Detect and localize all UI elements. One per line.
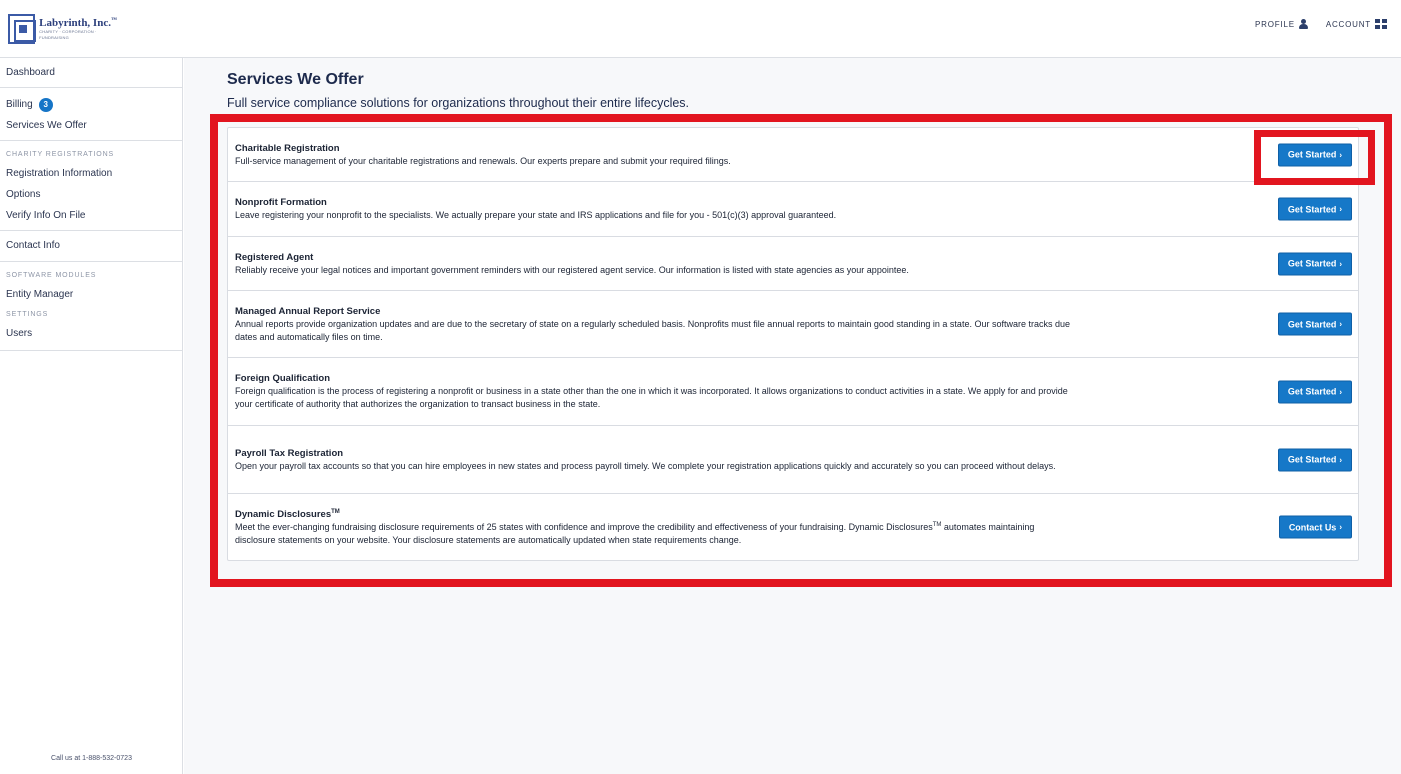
get-started-button-charitable-registration[interactable]: Get Started › [1277,143,1352,166]
contact-us-button-dynamic-disclosures[interactable]: Contact Us › [1278,515,1352,539]
profile-label: PROFILE [1255,19,1295,29]
services-list: Charitable Registration Full-service man… [227,127,1359,561]
app-header: Labyrinth, Inc.™ CHARITY · CORPORATION ·… [0,0,1401,58]
sidebar-item-verify-info[interactable]: Verify Info On File [0,205,182,226]
page-title: Services We Offer [227,71,364,88]
sidebar-item-billing[interactable]: Billing 3 [0,94,182,115]
service-description: Foreign qualification is the process of … [235,386,1068,409]
maze-logo-icon [8,14,37,44]
chevron-right-icon: › [1339,259,1342,268]
sidebar-group-charity: CHARITY REGISTRATIONS Registration Infor… [0,141,182,231]
sidebar-group-main: Dashboard [0,58,182,88]
get-started-button-registered-agent[interactable]: Get Started › [1277,252,1352,275]
person-icon [1298,19,1308,29]
service-title: Dynamic DisclosuresTM [235,508,340,520]
sidebar-item-options[interactable]: Options [0,184,182,205]
service-title: Nonprofit Formation [235,197,327,208]
service-title: Foreign Qualification [235,373,331,384]
service-row-annual-report: Managed Annual Report Service Annual rep… [228,291,1358,358]
chevron-right-icon: › [1339,455,1342,464]
service-row-nonprofit-formation: Nonprofit Formation Leave registering yo… [228,182,1358,237]
service-description: Full-service management of your charitab… [235,155,731,166]
chevron-right-icon: › [1339,387,1342,396]
brand-name: Labyrinth, Inc.™ [39,17,117,29]
sidebar: Dashboard Billing 3 Services We Offer CH… [0,58,183,774]
call-us-text: Call us at 1-888-532-0723 [51,755,132,762]
sidebar-item-services[interactable]: Services We Offer [0,115,182,136]
grid-icon [1375,19,1387,29]
get-started-button-foreign-qualification[interactable]: Get Started › [1277,380,1352,403]
get-started-button-payroll-tax[interactable]: Get Started › [1277,448,1352,471]
service-description: Meet the ever-changing fundraising discl… [235,521,1035,545]
sidebar-group-software: SOFTWARE MODULES Entity Manager SETTINGS… [0,262,182,351]
page-subtitle: Full service compliance solutions for or… [227,96,690,110]
brand-tagline: CHARITY · CORPORATION · FUNDRAISING [39,29,97,40]
labyrinth-logo[interactable]: Labyrinth, Inc.™ CHARITY · CORPORATION ·… [8,14,118,44]
main-content: Services We Offer Full service complianc… [184,58,1401,774]
service-description: Reliably receive your legal notices and … [235,264,909,275]
sidebar-heading-settings: SETTINGS [6,310,49,318]
get-started-button-annual-report[interactable]: Get Started › [1277,312,1352,336]
account-label: ACCOUNT [1325,19,1371,29]
service-row-charitable-registration: Charitable Registration Full-service man… [228,128,1358,182]
service-row-registered-agent: Registered Agent Reliably receive your l… [228,237,1358,291]
chevron-right-icon: › [1339,522,1342,532]
service-description: Annual reports provide organization upda… [235,318,1070,342]
account-link[interactable]: ACCOUNT [1326,19,1387,29]
service-title: Payroll Tax Registration [235,447,344,459]
sidebar-heading-software: SOFTWARE MODULES [6,271,97,279]
top-nav: PROFILE ACCOUNT [1255,19,1387,29]
service-title: Registered Agent [235,251,314,263]
sidebar-group-contact: Contact Info [0,231,182,262]
sidebar-item-contact-info[interactable]: Contact Info [0,235,182,256]
sidebar-group-account: Billing 3 Services We Offer [0,88,182,141]
service-row-payroll-tax: Payroll Tax Registration Open your payro… [228,426,1358,494]
service-title: Charitable Registration [235,142,340,154]
service-description: Open your payroll tax accounts so that y… [235,460,1056,471]
sidebar-item-dashboard[interactable]: Dashboard [0,62,182,83]
get-started-button-nonprofit-formation[interactable]: Get Started › [1277,197,1352,221]
sidebar-item-billing-label: Billing [6,99,33,110]
service-row-dynamic-disclosures: Dynamic DisclosuresTM Meet the ever-chan… [228,494,1358,560]
sidebar-item-entity-manager[interactable]: Entity Manager [0,284,182,305]
service-row-foreign-qualification: Foreign Qualification Foreign qualificat… [228,358,1358,426]
sidebar-item-users[interactable]: Users [0,323,182,344]
service-description: Leave registering your nonprofit to the … [235,210,837,220]
service-title: Managed Annual Report Service [235,305,381,317]
sidebar-item-registration-info[interactable]: Registration Information [0,163,182,184]
chevron-right-icon: › [1339,150,1342,159]
chevron-right-icon: › [1339,319,1342,329]
billing-count-badge: 3 [38,97,53,112]
chevron-right-icon: › [1339,204,1342,214]
sidebar-heading-charity: CHARITY REGISTRATIONS [6,150,115,158]
profile-link[interactable]: PROFILE [1255,19,1308,29]
